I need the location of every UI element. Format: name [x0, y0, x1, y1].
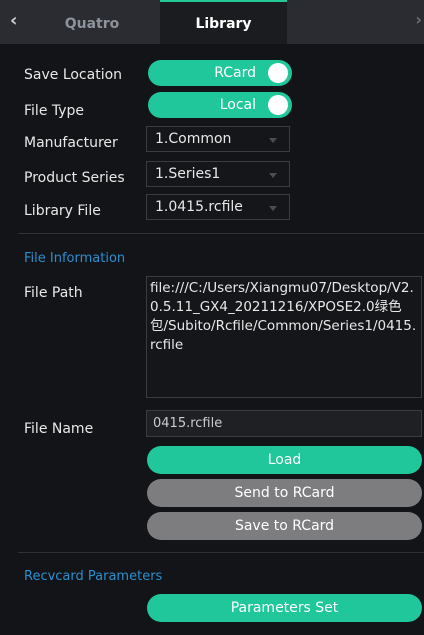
- chevron-down-icon: [269, 206, 277, 211]
- recvcard-parameters-title: Recvcard Parameters: [24, 569, 163, 584]
- tab-library[interactable]: Library: [160, 0, 287, 44]
- file-name-label: File Name: [24, 421, 94, 437]
- file-type-toggle[interactable]: Local: [148, 92, 292, 118]
- file-type-value: Local: [219, 97, 256, 113]
- product-series-value: 1.Series1: [155, 166, 221, 182]
- product-series-select[interactable]: 1.Series1: [146, 161, 290, 187]
- send-to-rcard-button[interactable]: Send to RCard: [147, 479, 422, 507]
- library-file-value: 1.0415.rcfile: [155, 199, 243, 215]
- chevron-down-icon: [269, 138, 277, 143]
- file-name-value: 0415.rcfile: [153, 416, 223, 431]
- chevron-left-icon[interactable]: ‹: [10, 9, 32, 33]
- tab-quatro[interactable]: Quatro: [32, 0, 152, 44]
- file-path-label: File Path: [24, 285, 83, 301]
- product-series-label: Product Series: [24, 170, 125, 186]
- toggle-knob: [268, 95, 288, 115]
- chevron-right-icon[interactable]: ›: [415, 10, 422, 29]
- library-file-label: Library File: [24, 203, 101, 219]
- toggle-knob: [268, 63, 288, 83]
- divider: [18, 233, 424, 234]
- divider: [18, 552, 424, 553]
- file-name-field[interactable]: 0415.rcfile: [146, 410, 422, 437]
- load-button[interactable]: Load: [147, 446, 422, 474]
- file-path-field[interactable]: file:///C:/Users/Xiangmu07/Desktop/V2.0.…: [146, 276, 422, 398]
- manufacturer-select[interactable]: 1.Common: [146, 126, 290, 152]
- save-location-value: RCard: [214, 65, 256, 81]
- manufacturer-value: 1.Common: [155, 131, 232, 147]
- chevron-down-icon: [269, 173, 277, 178]
- save-location-toggle[interactable]: RCard: [148, 60, 292, 86]
- tab-bar: ‹ Quatro Library ›: [0, 0, 424, 44]
- manufacturer-label: Manufacturer: [24, 135, 118, 151]
- file-information-title: File Information: [24, 251, 126, 266]
- file-type-label: File Type: [24, 103, 85, 119]
- parameters-set-button[interactable]: Parameters Set: [147, 594, 422, 622]
- library-file-select[interactable]: 1.0415.rcfile: [146, 194, 290, 220]
- save-to-rcard-button[interactable]: Save to RCard: [147, 512, 422, 540]
- file-path-value: file:///C:/Users/Xiangmu07/Desktop/V2.0.…: [150, 280, 417, 353]
- save-location-label: Save Location: [24, 67, 123, 83]
